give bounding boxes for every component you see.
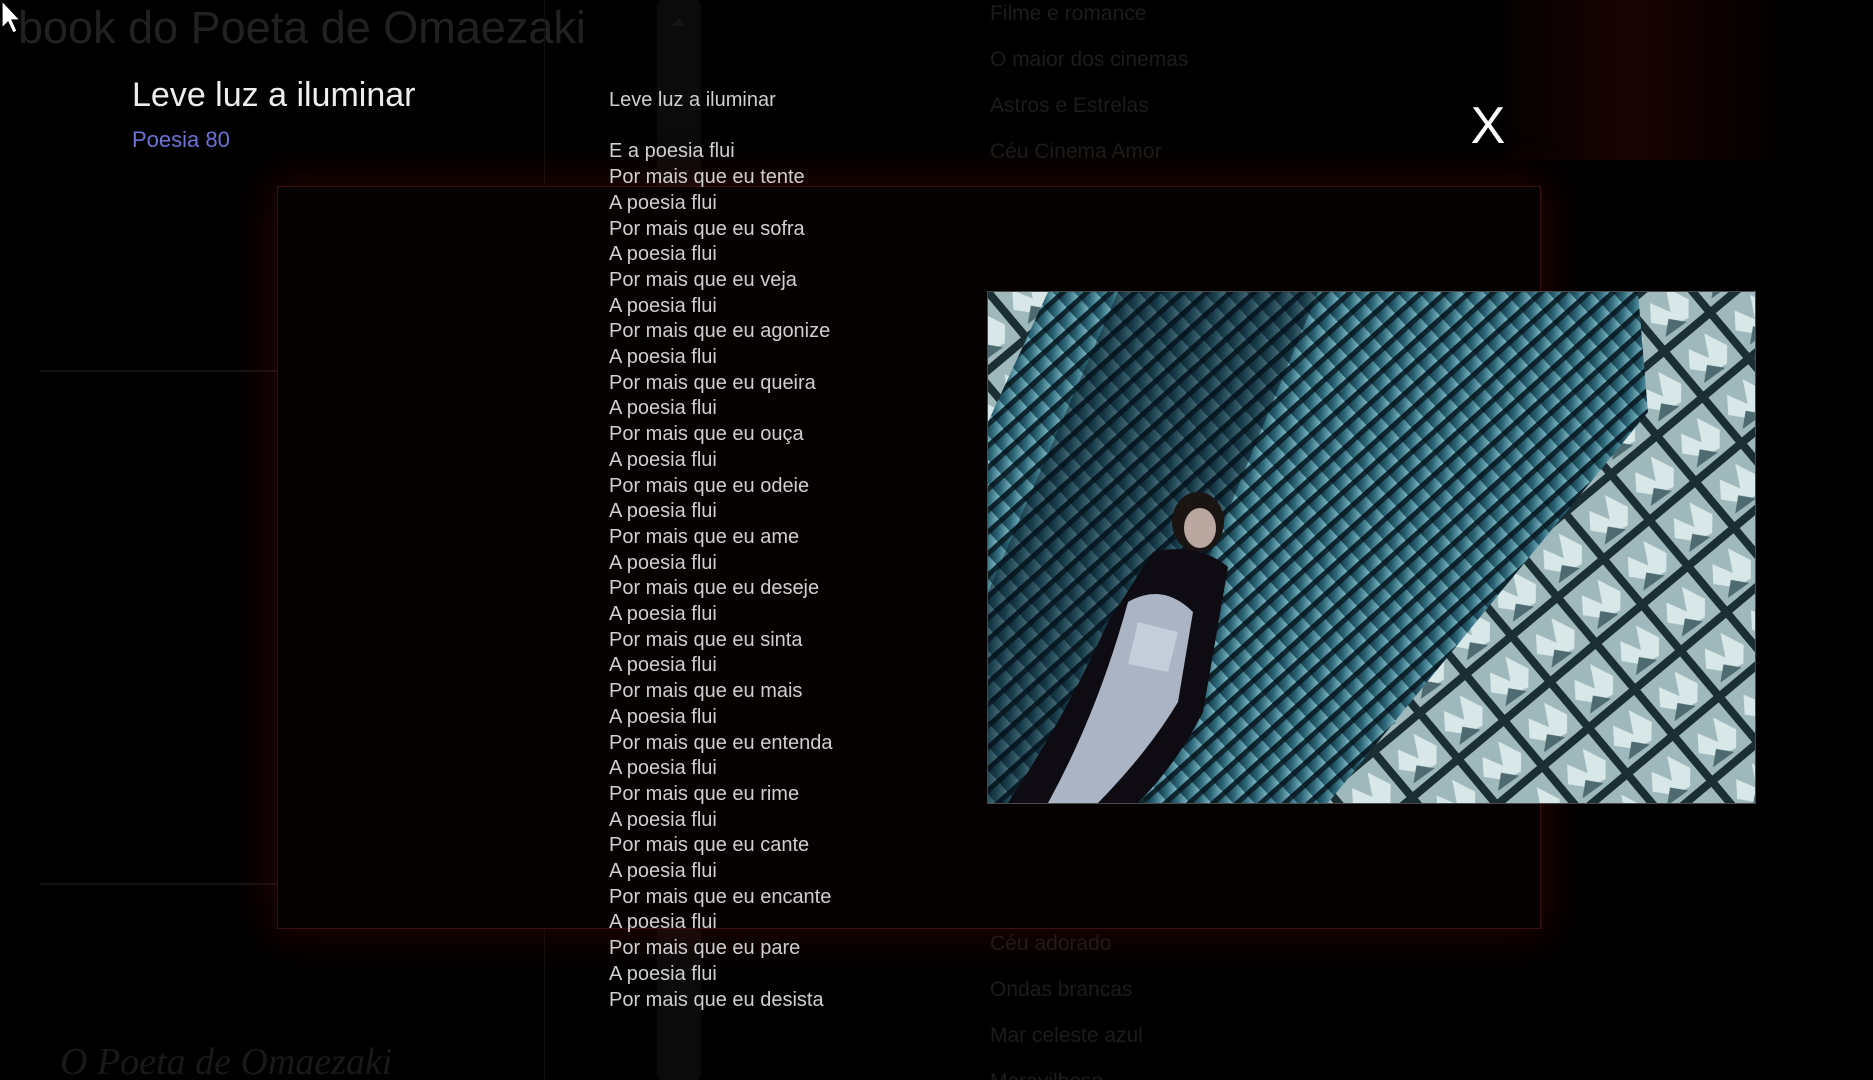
poem-line: Por mais que eu veja bbox=[609, 268, 797, 291]
poem-line: Por mais que eu cante bbox=[609, 834, 810, 857]
poem-line: Por mais que eu encante bbox=[609, 885, 832, 908]
poem-line: A poesia flui bbox=[609, 243, 717, 266]
poem-line: Por mais que eu sofra bbox=[609, 217, 805, 240]
poem-line: Por mais que eu agonize bbox=[609, 320, 831, 343]
poem-line: Por mais que eu deseje bbox=[609, 577, 820, 600]
poem-line: A poesia flui bbox=[609, 294, 717, 317]
poem-title: Leve luz a iluminar bbox=[132, 76, 416, 114]
poem-line: A poesia flui bbox=[609, 808, 717, 831]
poem-line: A poesia flui bbox=[609, 757, 717, 780]
poem-line: E a poesia flui bbox=[609, 140, 735, 163]
close-button[interactable]: X bbox=[1463, 98, 1513, 154]
poem-line: A poesia flui bbox=[609, 397, 717, 420]
poem-line: Por mais que eu desista bbox=[609, 988, 824, 1011]
poem-line: A poesia flui bbox=[609, 860, 717, 883]
poem-photo bbox=[987, 291, 1756, 804]
poem-line: A poesia flui bbox=[609, 191, 717, 214]
poem-line: A poesia flui bbox=[609, 654, 717, 677]
poem-line: Por mais que eu queira bbox=[609, 371, 816, 394]
poem-line: Por mais que eu rime bbox=[609, 782, 800, 805]
poem-line: Por mais que eu sinta bbox=[609, 628, 803, 651]
poem-heading: Leve luz a iluminar bbox=[609, 89, 776, 111]
poem-line: A poesia flui bbox=[609, 500, 717, 523]
poem-line: A poesia flui bbox=[609, 551, 717, 574]
poem-line: Por mais que eu tente bbox=[609, 166, 805, 189]
poem-line: A poesia flui bbox=[609, 911, 717, 934]
poem-lines: E a poesia flui Por mais que eu tente A po… bbox=[609, 139, 833, 1013]
poem-line: Por mais que eu odeie bbox=[609, 474, 810, 497]
poem-line: Por mais que eu pare bbox=[609, 937, 801, 960]
poem-line: A poesia flui bbox=[609, 962, 717, 985]
photo-illustration bbox=[988, 292, 1755, 803]
poem-line: Por mais que eu ouça bbox=[609, 423, 804, 446]
poem-line: Por mais que eu ame bbox=[609, 525, 800, 548]
poem-line: A poesia flui bbox=[609, 448, 717, 471]
mouse-pointer-icon bbox=[1, 0, 22, 34]
poem-line: A poesia flui bbox=[609, 705, 717, 728]
poem-text: Leve luz a iluminar E a poesia flui Por m… bbox=[609, 88, 833, 1013]
poem-line: Por mais que eu entenda bbox=[609, 731, 833, 754]
poem-line: Por mais que eu mais bbox=[609, 680, 803, 703]
poem-line: A poesia flui bbox=[609, 346, 717, 369]
poem-line: A poesia flui bbox=[609, 603, 717, 626]
poem-number: Poesia 80 bbox=[132, 127, 230, 152]
